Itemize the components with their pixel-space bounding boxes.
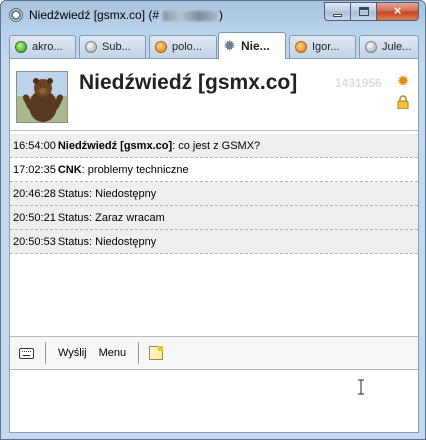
close-button[interactable]: × bbox=[376, 2, 419, 21]
maximize-button[interactable] bbox=[350, 2, 376, 21]
text-cursor-icon bbox=[358, 379, 364, 395]
menu-button[interactable]: Menu bbox=[93, 347, 133, 359]
tab-label: Jule... bbox=[382, 41, 412, 53]
keyboard-icon[interactable] bbox=[19, 347, 34, 359]
message-time: 20:50:21 bbox=[13, 212, 56, 224]
message-text: Status: Zaraz wracam bbox=[57, 212, 165, 224]
message-time: 20:46:28 bbox=[13, 188, 56, 200]
message-author: Niedźwiedź [gsmx.co] bbox=[57, 140, 173, 152]
toolbar-divider bbox=[45, 342, 46, 364]
note-icon[interactable] bbox=[149, 346, 164, 360]
message-row: 20:50:53 Status: Niedostępny bbox=[10, 230, 418, 254]
close-icon: × bbox=[393, 3, 402, 18]
tab-label: akro... bbox=[32, 41, 63, 53]
redacted-id bbox=[163, 10, 218, 21]
tab-label: polo... bbox=[172, 41, 202, 53]
message-input[interactable] bbox=[10, 371, 418, 432]
contact-name: Niedźwiedź [gsmx.co] bbox=[79, 71, 298, 94]
message-list: 16:54:00 Niedźwiedź [gsmx.co]: co jest z … bbox=[10, 134, 418, 254]
message-row: 16:54:00 Niedźwiedź [gsmx.co]: co jest z … bbox=[10, 134, 418, 158]
minimize-icon bbox=[333, 14, 342, 17]
tab-akro[interactable]: akro... bbox=[9, 35, 76, 58]
away-status-icon bbox=[155, 41, 167, 53]
toolbar-divider bbox=[138, 342, 140, 364]
contact-header: Niedźwiedź [gsmx.co] 1431956 ✹ bbox=[10, 59, 418, 131]
message-row: 20:50:21 Status: Zaraz wracam bbox=[10, 206, 418, 230]
maximize-icon bbox=[359, 7, 369, 16]
offline-status-icon bbox=[85, 41, 97, 53]
app-icon[interactable] bbox=[9, 8, 23, 22]
sun-icon[interactable]: ✹ bbox=[396, 74, 410, 89]
message-time: 20:50:53 bbox=[13, 236, 56, 248]
online-status-icon bbox=[15, 41, 27, 53]
gear-icon: ✹ bbox=[224, 38, 235, 53]
bear-avatar-image bbox=[17, 72, 67, 122]
contact-number: 1431956 bbox=[335, 76, 382, 90]
message-row: 20:46:28 Status: Niedostępny bbox=[10, 182, 418, 206]
message-time: 16:54:00 bbox=[13, 140, 56, 152]
message-text: : co jest z GSMX? bbox=[172, 140, 261, 152]
tab-jule[interactable]: Jule... bbox=[359, 35, 419, 58]
message-text: : problemy techniczne bbox=[81, 164, 189, 176]
chat-panel: Niedźwiedź [gsmx.co] 1431956 ✹ 16:54:00 N… bbox=[9, 58, 419, 433]
tab-polo[interactable]: polo... bbox=[149, 35, 217, 58]
tab-strip: akro... Sub... polo... ✹ Nie... Igor... … bbox=[9, 32, 419, 59]
chat-window: Niedźwiedź [gsmx.co] (#) × akro... Sub..… bbox=[0, 0, 426, 440]
send-button[interactable]: Wyślij bbox=[52, 347, 93, 359]
tab-label: Nie... bbox=[241, 39, 270, 53]
avatar[interactable] bbox=[16, 71, 68, 123]
message-text: Status: Niedostępny bbox=[57, 236, 157, 248]
away-status-icon bbox=[295, 41, 307, 53]
message-toolbar: Wyślij Menu bbox=[10, 336, 418, 370]
tab-sub[interactable]: Sub... bbox=[79, 35, 146, 58]
message-row: 17:02:35 CNK: problemy techniczne bbox=[10, 158, 418, 182]
offline-status-icon bbox=[365, 41, 377, 53]
tab-niedzwiedz[interactable]: ✹ Nie... bbox=[218, 32, 286, 59]
lock-icon[interactable] bbox=[397, 95, 409, 109]
tab-label: Igor... bbox=[312, 41, 340, 53]
minimize-button[interactable] bbox=[324, 2, 350, 21]
tab-label: Sub... bbox=[102, 41, 131, 53]
message-text: Status: Niedostępny bbox=[57, 188, 157, 200]
window-title: Niedźwiedź [gsmx.co] (#) bbox=[29, 8, 224, 22]
window-controls: × bbox=[324, 2, 419, 21]
message-time: 17:02:35 bbox=[13, 164, 56, 176]
tab-igor[interactable]: Igor... bbox=[289, 35, 356, 58]
title-bar[interactable]: Niedźwiedź [gsmx.co] (#) × bbox=[1, 1, 425, 29]
message-author: CNK bbox=[57, 164, 82, 176]
